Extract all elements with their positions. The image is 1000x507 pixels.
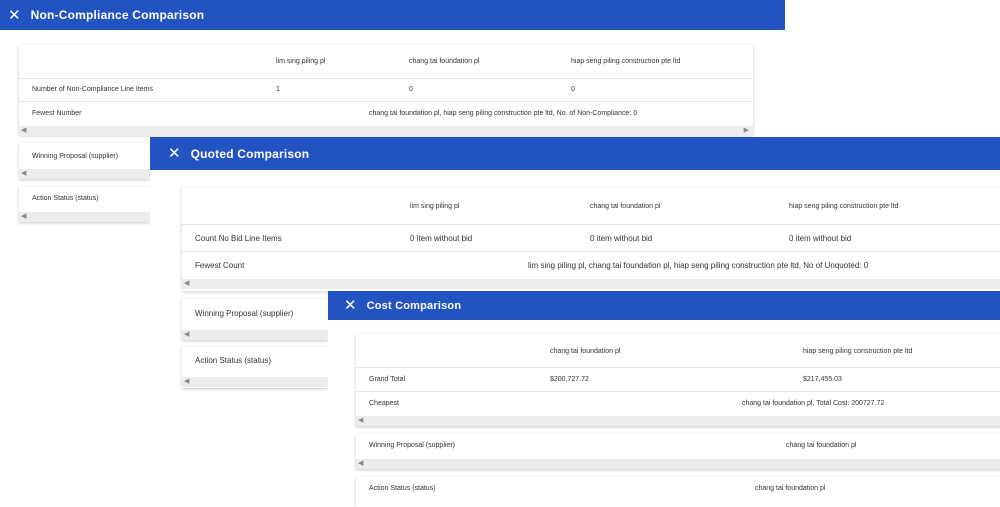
table-row: Fewest Number chang tai foundation pl, h… (19, 101, 753, 126)
row-label: Winning Proposal (supplier) (195, 309, 294, 318)
close-icon[interactable]: ✕ (168, 146, 181, 161)
row-label: Action Status (status) (195, 356, 272, 365)
table-cell: chang tai foundation pl, hiap seng pilin… (369, 110, 638, 117)
horizontal-scrollbar[interactable]: ◀ (182, 377, 328, 387)
cost-panel: ✕ Cost Comparison chang tai foundation p… (328, 291, 1000, 507)
quoted-table: lim sing piling pl chang tai foundation … (182, 188, 1000, 291)
row-label: Winning Proposal (supplier) (369, 442, 455, 449)
action-status-card: Action Status (status) chang tai foundat… (356, 477, 1000, 507)
column-header: hiap seng piling construction pte ltd (789, 203, 899, 210)
row-label: Action Status (status) (32, 195, 99, 202)
scroll-left-icon[interactable]: ◀ (358, 416, 363, 426)
panel-title: Non-Compliance Comparison (30, 8, 205, 22)
horizontal-scrollbar[interactable]: ◀ (19, 169, 150, 179)
close-icon[interactable]: ✕ (344, 298, 357, 313)
table-cell: 1 (276, 86, 280, 93)
table-cell: 0 (571, 86, 575, 93)
table-cell: 0 item without bid (410, 234, 473, 243)
row-label: Winning Proposal (supplier) (32, 153, 118, 160)
winning-proposal-value: chang tai foundation pl (786, 442, 857, 449)
row-label: Number of Non-Compliance Line Items (32, 86, 153, 93)
column-header: lim sing piling pl (410, 203, 460, 210)
scroll-left-icon[interactable]: ◀ (184, 279, 189, 289)
scroll-right-icon[interactable]: ▶ (744, 126, 749, 136)
row-label: Action Status (status) (369, 485, 436, 492)
winning-proposal-card: Winning Proposal (supplier) ◀ (19, 143, 150, 179)
action-status-card: Action Status (status) ◀ (182, 347, 328, 388)
table-row: Fewest Count lim sing piling pl, chang t… (182, 251, 1000, 279)
action-status-card: Action Status (status) ◀ (19, 187, 150, 222)
table-row: Number of Non-Compliance Line Items 1 0 … (19, 78, 753, 102)
table-row: Grand Total $200,727.72 $217,455.03 (356, 367, 1000, 392)
winning-proposal-card: Winning Proposal (supplier) chang tai fo… (356, 434, 1000, 469)
non-compliance-table: lim sing piling pl chang tai foundation … (19, 45, 753, 136)
row-label: Fewest Number (32, 110, 82, 117)
column-header: chang tai foundation pl (590, 203, 661, 210)
non-compliance-header: ✕ Non-Compliance Comparison (0, 0, 785, 30)
close-icon[interactable]: ✕ (8, 8, 21, 23)
table-header-row: lim sing piling pl chang tai foundation … (19, 45, 753, 79)
horizontal-scrollbar[interactable]: ◀ (182, 279, 1000, 289)
table-cell: 0 item without bid (590, 234, 653, 243)
table-cell: 0 item without bid (789, 234, 852, 243)
table-cell: 0 (409, 86, 413, 93)
column-header: lim sing piling pl (276, 58, 326, 65)
horizontal-scrollbar[interactable]: ◀ (19, 212, 150, 222)
table-row: Cheapest chang tai foundation pl, Total … (356, 391, 1000, 416)
horizontal-scrollbar[interactable]: ◀ (356, 416, 1000, 426)
horizontal-scrollbar[interactable]: ◀ ▶ (19, 126, 753, 136)
scroll-left-icon[interactable]: ◀ (184, 377, 189, 387)
table-cell: chang tai foundation pl, Total Cost: 200… (742, 400, 885, 407)
row-label: Cheapest (369, 400, 399, 407)
column-header: hiap seng piling construction pte ltd (571, 58, 681, 65)
table-cell: $200,727.72 (550, 376, 589, 383)
panel-title: Cost Comparison (366, 299, 462, 312)
scroll-left-icon[interactable]: ◀ (184, 330, 189, 340)
scroll-left-icon[interactable]: ◀ (21, 169, 26, 179)
column-header: hiap seng piling construction pte ltd (803, 348, 913, 355)
table-header-row: lim sing piling pl chang tai foundation … (182, 188, 1000, 225)
cost-table: chang tai foundation pl hiap seng piling… (356, 334, 1000, 426)
row-label: Count No Bid Line Items (195, 234, 282, 243)
action-status-value: chang tai foundation pl (755, 485, 826, 492)
horizontal-scrollbar[interactable]: ◀ (182, 330, 328, 340)
scroll-left-icon[interactable]: ◀ (21, 212, 26, 222)
table-cell: $217,455.03 (803, 376, 842, 383)
scroll-left-icon[interactable]: ◀ (21, 126, 26, 136)
table-cell: lim sing piling pl, chang tai foundation… (528, 261, 869, 270)
scroll-left-icon[interactable]: ◀ (358, 459, 363, 469)
column-header: chang tai foundation pl (550, 348, 621, 355)
table-header-row: chang tai foundation pl hiap seng piling… (356, 334, 1000, 368)
table-row: Count No Bid Line Items 0 item without b… (182, 224, 1000, 252)
row-label: Grand Total (369, 376, 406, 383)
cost-header: ✕ Cost Comparison (328, 291, 1000, 320)
panel-title: Quoted Comparison (190, 146, 310, 161)
quoted-header: ✕ Quoted Comparison (150, 137, 1000, 170)
row-label: Fewest Count (195, 261, 245, 270)
winning-proposal-card: Winning Proposal (supplier) ◀ (182, 299, 328, 340)
horizontal-scrollbar[interactable]: ◀ (356, 459, 1000, 469)
column-header: chang tai foundation pl (409, 58, 480, 65)
